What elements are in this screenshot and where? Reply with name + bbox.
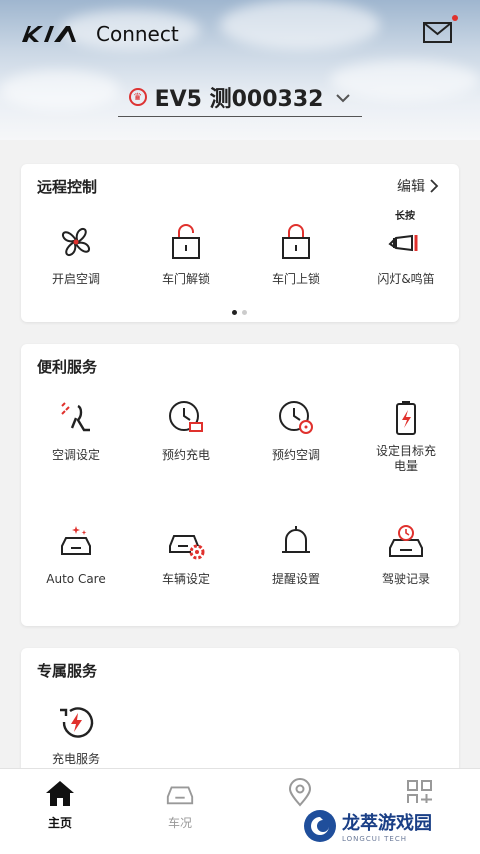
convenience-item-car-settings[interactable]: 车辆设定 <box>131 520 241 587</box>
lock-icon <box>282 224 310 259</box>
page-indicator <box>232 310 247 315</box>
convenience-item-schedule-charge[interactable]: 预约充电 <box>131 396 241 463</box>
mail-icon[interactable] <box>422 20 454 46</box>
convenience-item-label: 提醒设置 <box>271 572 320 586</box>
watermark-logo-icon <box>304 810 336 842</box>
convenience-item-label: 预约充电 <box>161 448 210 462</box>
charging-service-icon <box>60 707 94 738</box>
home-icon <box>46 781 74 806</box>
convenience-item-label: Auto Care <box>46 572 106 586</box>
exclusive-item-charging[interactable]: 充电服务 <box>21 700 131 767</box>
remote-item-label: 车门上锁 <box>271 272 320 286</box>
edit-button[interactable]: 编辑 <box>397 176 439 196</box>
page-dot-active <box>232 310 237 315</box>
convenience-item-label: 设定目标充电量 <box>375 444 436 473</box>
exclusive-item-label: 充电服务 <box>51 752 100 766</box>
chevron-right-icon <box>430 179 439 193</box>
card-title: 专属服务 <box>37 662 98 680</box>
tab-label: 主页 <box>47 816 72 830</box>
watermark-subtext: LONGCUI TECH <box>342 835 407 843</box>
convenience-item-reminder[interactable]: 提醒设置 <box>241 520 351 587</box>
convenience-item-climate[interactable]: 空调设定 <box>21 396 131 463</box>
convenience-item-auto-care[interactable]: Auto Care <box>21 520 131 587</box>
vehicle-selector[interactable]: ♛ EV5 测000332 <box>118 78 362 117</box>
remote-item-label: 闪灯&鸣笛 <box>377 272 435 286</box>
fan-icon <box>62 228 90 256</box>
crown-icon: ♛ <box>128 88 147 106</box>
remote-control-card: 远程控制 编辑 开启空调 车门解锁 车门上锁 长按 闪灯&鸣笛 <box>21 164 459 322</box>
header-banner <box>0 0 480 140</box>
convenience-item-label: 空调设定 <box>51 448 100 462</box>
notification-dot <box>452 15 458 21</box>
convenience-item-schedule-climate[interactable]: 预约空调 <box>241 396 351 463</box>
auto-care-icon <box>61 526 91 555</box>
brand-logo: Connect <box>20 22 179 46</box>
edit-label: 编辑 <box>397 179 425 195</box>
exclusive-card: 专属服务 充电服务 <box>21 648 459 788</box>
convenience-card: 便利服务 空调设定 预约充电 预约空调 设定目标充电量 Auto Care 车辆… <box>21 344 459 626</box>
vehicle-name: EV5 测000332 <box>154 87 324 112</box>
remote-item-lock[interactable]: 车门上锁 <box>241 220 351 287</box>
remote-item-ac[interactable]: 开启空调 <box>21 220 131 287</box>
convenience-item-label: 驾驶记录 <box>381 572 430 586</box>
unlock-icon <box>172 224 200 259</box>
bell-icon <box>282 526 310 553</box>
convenience-item-label: 车辆设定 <box>161 572 210 586</box>
tab-home[interactable]: 主页 <box>0 769 120 849</box>
car-settings-icon <box>169 535 205 560</box>
card-title: 便利服务 <box>37 358 98 376</box>
watermark-text: 龙萃游戏园 <box>342 813 432 834</box>
schedule-climate-icon <box>279 401 313 434</box>
horn-icon <box>388 234 418 252</box>
chevron-down-icon <box>335 88 351 107</box>
schedule-charge-icon <box>169 401 203 432</box>
kia-logo-icon <box>22 26 76 42</box>
remote-item-label: 车门解锁 <box>161 272 210 286</box>
drive-record-icon <box>389 525 423 557</box>
brand-text: Connect <box>96 22 179 46</box>
card-title: 远程控制 <box>37 178 98 196</box>
convenience-item-drive-record[interactable]: 驾驶记录 <box>351 520 461 587</box>
climate-seat-icon <box>61 402 90 432</box>
convenience-item-target-charge[interactable]: 设定目标充电量 <box>351 396 461 474</box>
page-dot <box>242 310 247 315</box>
tab-label: 车况 <box>167 816 192 830</box>
remote-item-horn[interactable]: 闪灯&鸣笛 <box>351 220 461 287</box>
remote-item-unlock[interactable]: 车门解锁 <box>131 220 241 287</box>
car-status-icon <box>166 786 194 805</box>
tab-car-status[interactable]: 车况 <box>120 769 240 849</box>
battery-target-icon <box>396 401 416 435</box>
convenience-item-label: 预约空调 <box>271 448 320 462</box>
remote-item-label: 开启空调 <box>51 272 100 286</box>
watermark: 龙萃游戏园 LONGCUI TECH <box>304 803 460 849</box>
